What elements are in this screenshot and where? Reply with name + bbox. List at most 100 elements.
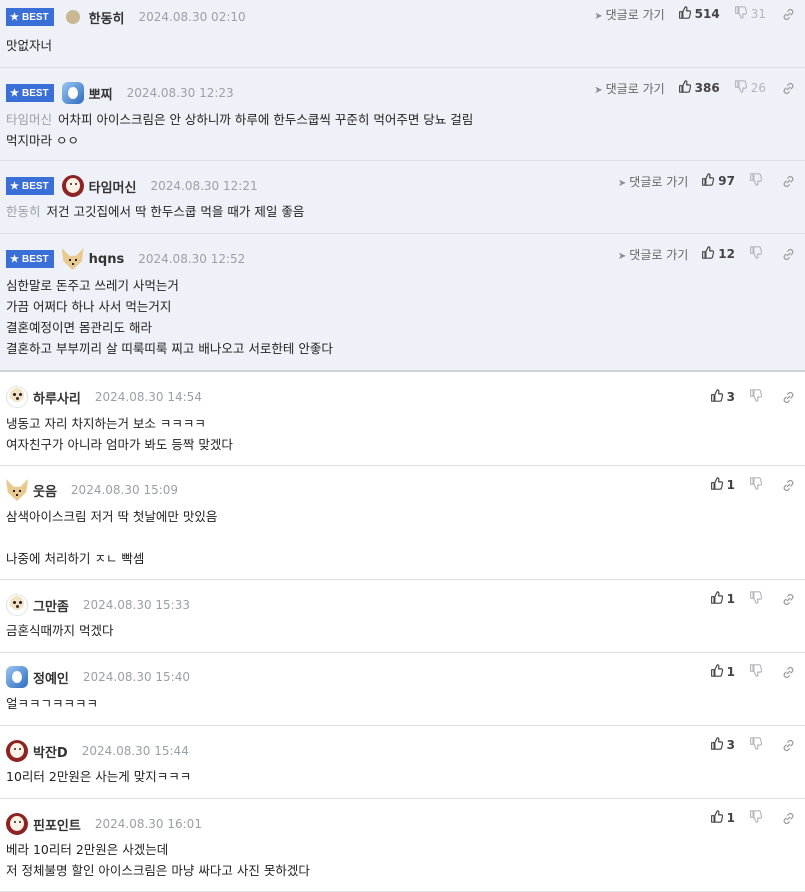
thumbs-up-icon (710, 477, 727, 493)
comment-list: ★ BEST 한동히 2024.08.30 02:10 맛없자너 ➤ 댓글로 가기 … (0, 0, 805, 892)
avatar[interactable] (6, 813, 28, 835)
dislike-button[interactable] (749, 389, 766, 405)
thumbs-down-icon (749, 246, 766, 262)
thumbs-up-icon (678, 6, 695, 22)
author-name[interactable]: 타임머신 (89, 177, 137, 196)
avatar[interactable] (6, 594, 28, 616)
avatar[interactable] (61, 82, 84, 104)
goto-comment-link[interactable]: ➤ 댓글로 가기 (594, 6, 664, 23)
link-icon[interactable] (782, 812, 795, 825)
avatar[interactable] (6, 666, 28, 688)
dislike-button[interactable] (749, 737, 766, 753)
dislike-button[interactable]: 26 (734, 80, 766, 96)
avatar[interactable] (6, 386, 28, 408)
thumbs-down-icon (734, 80, 751, 96)
author-name[interactable]: 그만좀 (33, 596, 69, 615)
comment-body: 10리터 2만원은 사는게 맞지ㅋㅋㅋ (6, 766, 191, 787)
comment-line: 금혼식때까지 먹겠다 (6, 623, 114, 638)
author-name[interactable]: 하루사리 (33, 388, 81, 407)
avatar[interactable] (6, 479, 28, 501)
link-icon[interactable] (782, 391, 795, 404)
author-name[interactable]: 웃음 (33, 481, 57, 500)
thumbs-up-icon (678, 80, 695, 96)
comment-header: 정예인 2024.08.30 15:40 (6, 660, 190, 694)
like-button[interactable]: 514 (678, 6, 720, 22)
comment-line: 결혼하고 부부끼리 살 띠룩띠룩 찌고 배나오고 서로한테 안좋다 (6, 341, 333, 356)
comment-line: 여자친구가 아니라 엄마가 봐도 등짝 맞겠다 (6, 437, 233, 452)
author-name[interactable]: 핀포인트 (33, 815, 81, 834)
like-button[interactable]: 3 (710, 737, 735, 753)
comment-date: 2024.08.30 02:10 (138, 10, 246, 24)
author-name[interactable]: 한동히 (89, 8, 125, 27)
goto-comment-link[interactable]: ➤ 댓글로 가기 (618, 246, 688, 263)
like-button[interactable]: 1 (710, 664, 735, 680)
link-icon[interactable] (782, 666, 795, 679)
thumbs-up-icon (710, 737, 727, 753)
comment-header: ★ BEST hqns 2024.08.30 12:52 (6, 242, 245, 276)
comment-body: 타임머신 어차피 아이스크림은 안 상하니까 하루에 한두스쿱씩 꾸준히 먹어주면… (6, 109, 473, 151)
link-icon[interactable] (782, 8, 795, 21)
like-button[interactable]: 3 (710, 389, 735, 405)
like-button[interactable]: 386 (678, 80, 720, 96)
best-comment: ★ BEST 한동히 2024.08.30 02:10 맛없자너 ➤ 댓글로 가기 … (0, 0, 805, 68)
author-name[interactable]: 정예인 (33, 668, 69, 687)
comment-body: 베라 10리터 2만원은 사겠는데 저 정체불명 할인 아이스크림은 마냥 싸다고… (6, 839, 310, 881)
dislike-button[interactable] (749, 173, 766, 189)
goto-comment-link[interactable]: ➤ 댓글로 가기 (594, 80, 664, 97)
comment-body: 맛없자너 (6, 35, 52, 56)
mention-link[interactable]: 한동히 (6, 204, 41, 219)
like-button[interactable]: 12 (701, 246, 735, 262)
dislike-button[interactable] (749, 477, 766, 493)
author-name[interactable]: hqns (89, 252, 125, 267)
link-icon[interactable] (782, 248, 795, 261)
avatar[interactable] (65, 10, 80, 24)
thumbs-down-icon (749, 664, 766, 680)
comment-date: 2024.08.30 15:09 (70, 483, 179, 497)
dislike-button[interactable] (749, 664, 766, 680)
like-button[interactable]: 97 (701, 173, 735, 189)
comment-actions: 3 (710, 383, 795, 411)
comment-date: 2024.08.30 15:44 (81, 744, 189, 758)
author-name[interactable]: 뽀찌 (89, 84, 113, 103)
link-icon[interactable] (782, 82, 795, 95)
dislike-button[interactable] (749, 246, 766, 262)
dislike-count: 26 (750, 81, 766, 95)
comment-date: 2024.08.30 16:01 (94, 817, 202, 831)
link-icon[interactable] (782, 175, 795, 188)
comment-line: 한동히 저건 고깃집에서 딱 한두스쿱 먹을 때가 제일 좋음 (6, 204, 305, 219)
comment-header: ★ BEST 한동히 2024.08.30 02:10 (6, 0, 246, 34)
link-icon[interactable] (782, 479, 795, 492)
comment-date: 2024.08.30 15:40 (82, 670, 190, 684)
thumbs-down-icon (734, 6, 751, 22)
thumbs-down-icon (749, 173, 766, 189)
star-icon: ★ (10, 253, 19, 265)
dislike-button[interactable]: 31 (734, 6, 766, 22)
goto-comment-link[interactable]: ➤ 댓글로 가기 (618, 173, 688, 190)
comment-actions: ➤ 댓글로 가기 514 31 (594, 0, 795, 28)
thumbs-up-icon (710, 591, 727, 607)
best-comment: ★ BEST 뽀찌 2024.08.30 12:23 타임머신 어차피 아이스크림은… (0, 68, 805, 161)
thumbs-down-icon (749, 737, 766, 753)
comment-line: 냉동고 자리 차지하는거 보소 ㅋㅋㅋㅋ (6, 416, 206, 431)
star-icon: ★ (10, 11, 19, 23)
comment-actions: ➤ 댓글로 가기 97 (618, 167, 795, 195)
like-count: 3 (726, 738, 735, 752)
like-button[interactable]: 1 (710, 477, 735, 493)
avatar[interactable] (61, 175, 84, 197)
comment-body: 금혼식때까지 먹겠다 (6, 620, 113, 641)
thumbs-up-icon (710, 664, 727, 680)
comment-line: 얼ㅋㅋㄱㅋㅋㅋㅋ (6, 696, 99, 711)
author-name[interactable]: 박잔D (33, 742, 68, 761)
comment-header: 박잔D 2024.08.30 15:44 (6, 734, 189, 768)
like-button[interactable]: 1 (710, 591, 735, 607)
avatar[interactable] (6, 740, 28, 762)
mention-link[interactable]: 타임머신 (6, 112, 52, 127)
link-icon[interactable] (782, 593, 795, 606)
comment-line: 심한말로 돈주고 쓰레기 사먹는거 (6, 278, 179, 293)
comment-actions: 1 (710, 585, 795, 613)
avatar[interactable] (62, 248, 84, 270)
dislike-button[interactable] (749, 810, 766, 826)
link-icon[interactable] (782, 739, 795, 752)
dislike-button[interactable] (749, 591, 766, 607)
like-button[interactable]: 1 (710, 810, 735, 826)
